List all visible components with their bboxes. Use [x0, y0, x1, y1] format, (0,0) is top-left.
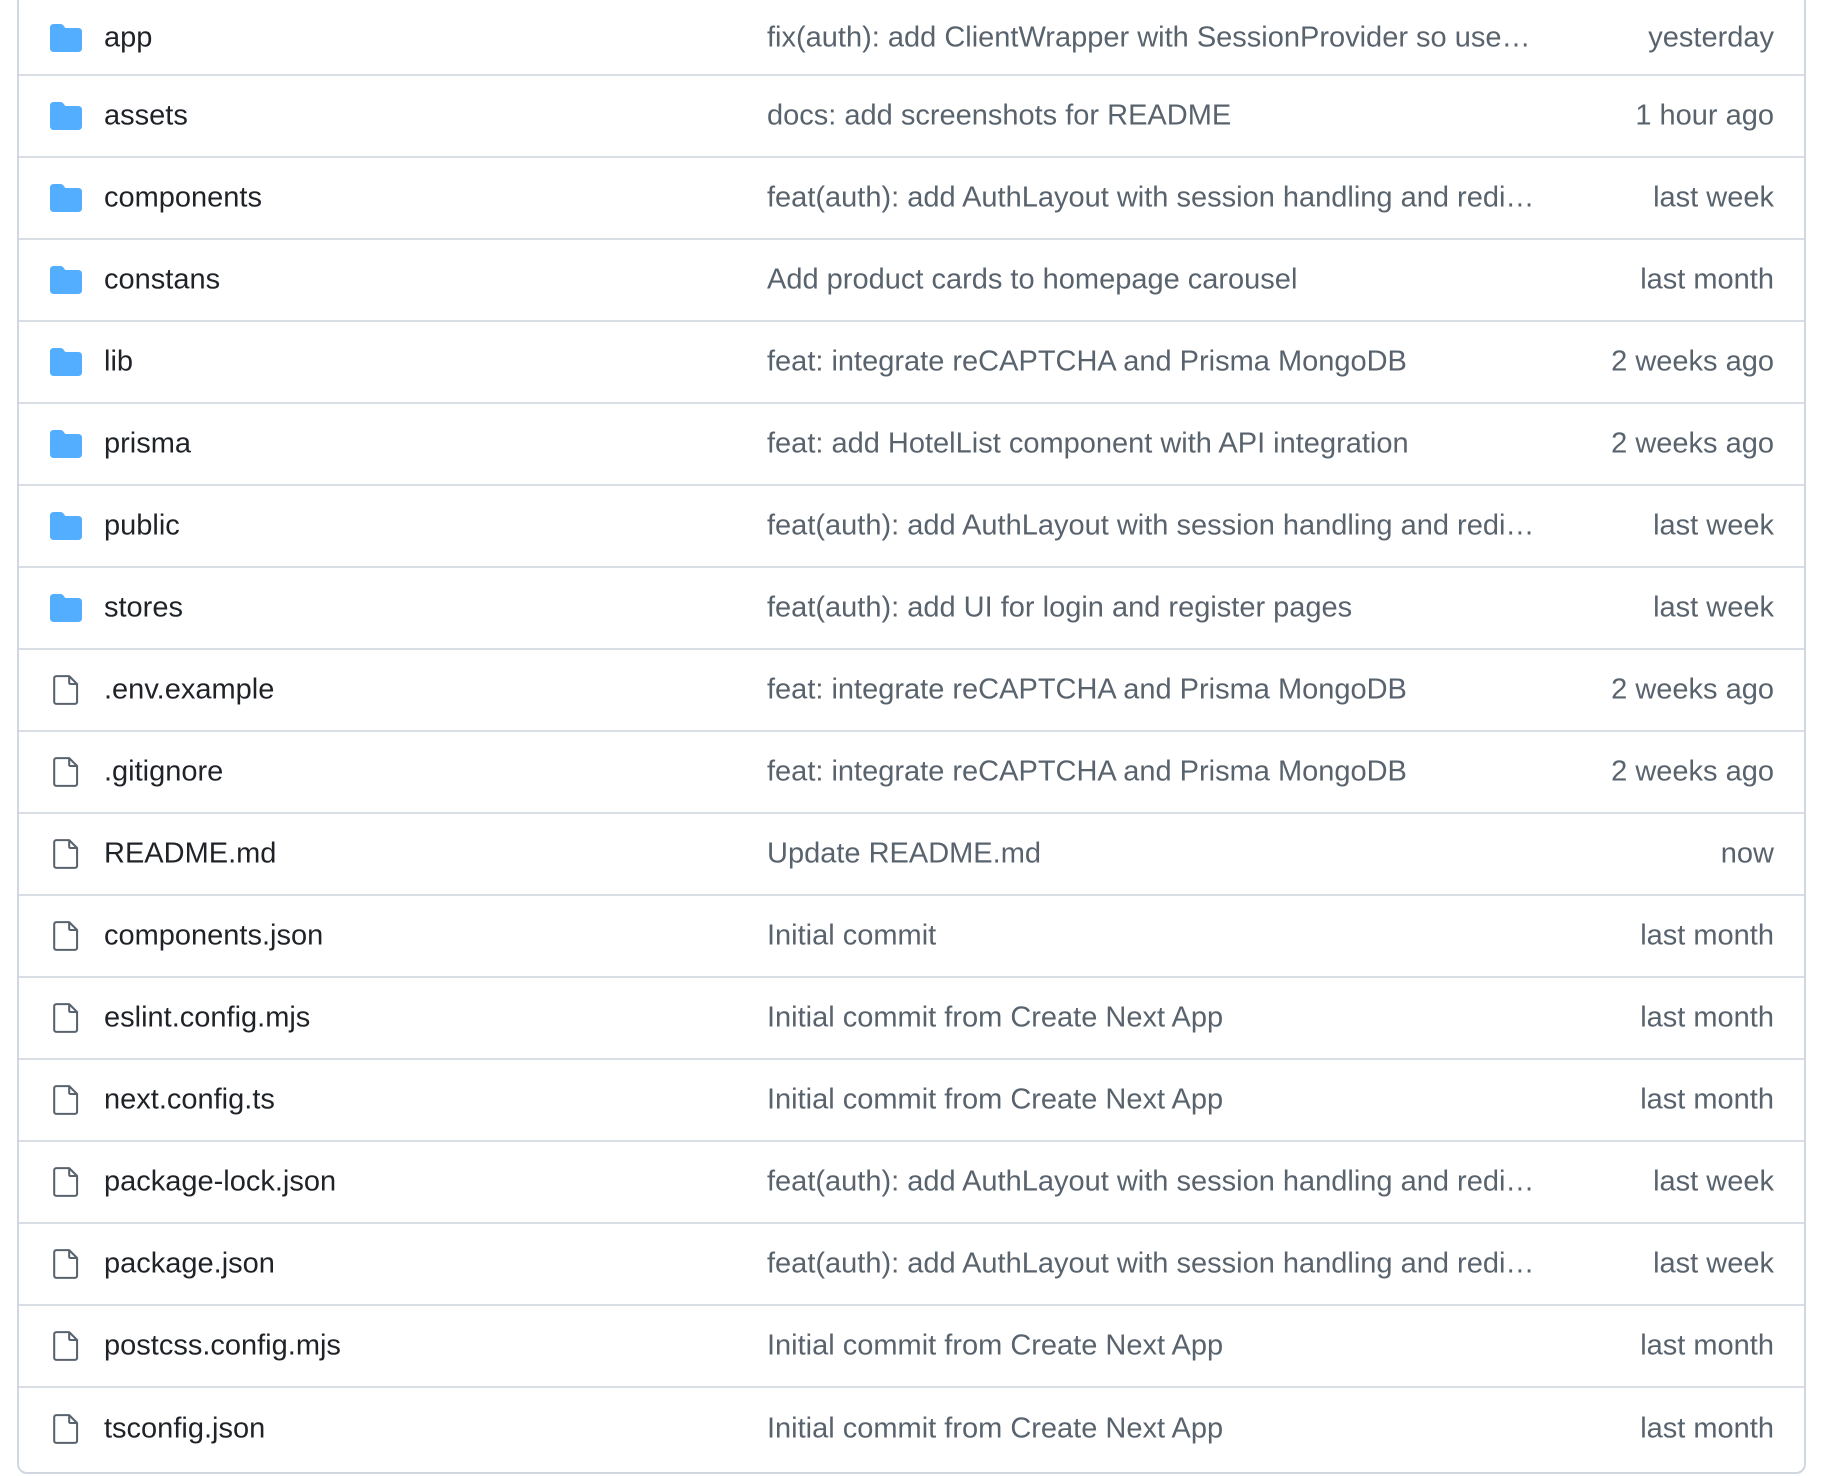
file-name-link[interactable]: tsconfig.json: [104, 1413, 265, 1446]
commit-message-link[interactable]: feat(auth): add UI for login and registe…: [767, 592, 1352, 625]
file-row[interactable]: package.json feat(auth): add AuthLayout …: [19, 1224, 1804, 1306]
file-icon: [49, 1329, 83, 1363]
folder-icon: [49, 345, 83, 379]
file-row[interactable]: stores feat(auth): add UI for login and …: [19, 568, 1804, 650]
file-row[interactable]: assets docs: add screenshots for README …: [19, 76, 1804, 158]
commit-time: 2 weeks ago: [1611, 673, 1774, 706]
file-icon: [49, 1165, 83, 1199]
commit-time: last week: [1653, 181, 1774, 214]
folder-icon: [49, 21, 83, 55]
commit-message-link[interactable]: Initial commit from Create Next App: [767, 1413, 1223, 1446]
file-icon: [49, 755, 83, 789]
file-row[interactable]: .env.example feat: integrate reCAPTCHA a…: [19, 650, 1804, 732]
file-name-link[interactable]: lib: [104, 346, 133, 379]
commit-message-link[interactable]: feat(auth): add AuthLayout with session …: [767, 510, 1534, 543]
file-name-link[interactable]: assets: [104, 100, 188, 133]
commit-time: last week: [1653, 1247, 1774, 1280]
file-name-link[interactable]: README.md: [104, 838, 276, 871]
file-name-link[interactable]: eslint.config.mjs: [104, 1002, 310, 1035]
commit-time: 2 weeks ago: [1611, 345, 1774, 378]
commit-message-link[interactable]: Add product cards to homepage carousel: [767, 264, 1297, 297]
file-list: app fix(auth): add ClientWrapper with Se…: [17, 0, 1806, 1474]
commit-message-link[interactable]: Update README.md: [767, 838, 1041, 871]
file-icon: [49, 1001, 83, 1035]
file-row[interactable]: .gitignore feat: integrate reCAPTCHA and…: [19, 732, 1804, 814]
commit-message-link[interactable]: feat(auth): add AuthLayout with session …: [767, 1166, 1534, 1199]
file-icon: [49, 673, 83, 707]
file-row[interactable]: README.md Update README.md now: [19, 814, 1804, 896]
commit-time: now: [1720, 837, 1774, 870]
file-icon: [49, 1412, 83, 1446]
commit-time: last month: [1640, 1412, 1774, 1445]
file-name-link[interactable]: components.json: [104, 920, 323, 953]
file-row[interactable]: constans Add product cards to homepage c…: [19, 240, 1804, 322]
commit-message-link[interactable]: Initial commit: [767, 920, 936, 953]
file-row[interactable]: prisma feat: add HotelList component wit…: [19, 404, 1804, 486]
file-name-link[interactable]: package.json: [104, 1248, 275, 1281]
file-name-link[interactable]: postcss.config.mjs: [104, 1330, 341, 1363]
file-name-link[interactable]: stores: [104, 592, 183, 625]
file-name-link[interactable]: .gitignore: [104, 756, 223, 789]
file-name-link[interactable]: constans: [104, 264, 220, 297]
file-name-link[interactable]: package-lock.json: [104, 1166, 336, 1199]
commit-message-link[interactable]: feat(auth): add AuthLayout with session …: [767, 182, 1534, 215]
file-row[interactable]: package-lock.json feat(auth): add AuthLa…: [19, 1142, 1804, 1224]
commit-message-link[interactable]: feat: integrate reCAPTCHA and Prisma Mon…: [767, 346, 1407, 379]
commit-time: last week: [1653, 591, 1774, 624]
commit-time: 1 hour ago: [1635, 99, 1774, 132]
folder-icon: [49, 427, 83, 461]
folder-icon: [49, 99, 83, 133]
file-row[interactable]: lib feat: integrate reCAPTCHA and Prisma…: [19, 322, 1804, 404]
file-icon: [49, 837, 83, 871]
commit-message-link[interactable]: docs: add screenshots for README: [767, 100, 1231, 133]
file-row[interactable]: postcss.config.mjs Initial commit from C…: [19, 1306, 1804, 1388]
commit-time: last month: [1640, 919, 1774, 952]
file-row[interactable]: components.json Initial commit last mont…: [19, 896, 1804, 978]
folder-icon: [49, 181, 83, 215]
commit-message-link[interactable]: Initial commit from Create Next App: [767, 1084, 1223, 1117]
folder-icon: [49, 263, 83, 297]
commit-message-link[interactable]: fix(auth): add ClientWrapper with Sessio…: [767, 22, 1530, 55]
file-name-link[interactable]: prisma: [104, 428, 191, 461]
file-row[interactable]: next.config.ts Initial commit from Creat…: [19, 1060, 1804, 1142]
commit-time: last month: [1640, 263, 1774, 296]
commit-time: last month: [1640, 1083, 1774, 1116]
file-name-link[interactable]: components: [104, 182, 262, 215]
file-row[interactable]: public feat(auth): add AuthLayout with s…: [19, 486, 1804, 568]
file-row[interactable]: components feat(auth): add AuthLayout wi…: [19, 158, 1804, 240]
commit-time: last month: [1640, 1001, 1774, 1034]
file-icon: [49, 1247, 83, 1281]
commit-time: last week: [1653, 509, 1774, 542]
folder-icon: [49, 509, 83, 543]
commit-time: 2 weeks ago: [1611, 755, 1774, 788]
commit-message-link[interactable]: feat: integrate reCAPTCHA and Prisma Mon…: [767, 674, 1407, 707]
file-name-link[interactable]: next.config.ts: [104, 1084, 275, 1117]
commit-time: last week: [1653, 1165, 1774, 1198]
commit-time: 2 weeks ago: [1611, 427, 1774, 460]
file-name-link[interactable]: .env.example: [104, 674, 274, 707]
commit-message-link[interactable]: Initial commit from Create Next App: [767, 1002, 1223, 1035]
commit-message-link[interactable]: feat(auth): add AuthLayout with session …: [767, 1248, 1534, 1281]
folder-icon: [49, 591, 83, 625]
commit-time: last month: [1640, 1329, 1774, 1362]
file-name-link[interactable]: app: [104, 22, 152, 55]
file-name-link[interactable]: public: [104, 510, 180, 543]
commit-message-link[interactable]: Initial commit from Create Next App: [767, 1330, 1223, 1363]
file-row[interactable]: app fix(auth): add ClientWrapper with Se…: [19, 0, 1804, 76]
commit-message-link[interactable]: feat: integrate reCAPTCHA and Prisma Mon…: [767, 756, 1407, 789]
file-icon: [49, 919, 83, 953]
commit-time: yesterday: [1648, 21, 1774, 54]
file-icon: [49, 1083, 83, 1117]
file-row[interactable]: tsconfig.json Initial commit from Create…: [19, 1388, 1804, 1470]
file-row[interactable]: eslint.config.mjs Initial commit from Cr…: [19, 978, 1804, 1060]
commit-message-link[interactable]: feat: add HotelList component with API i…: [767, 428, 1409, 461]
